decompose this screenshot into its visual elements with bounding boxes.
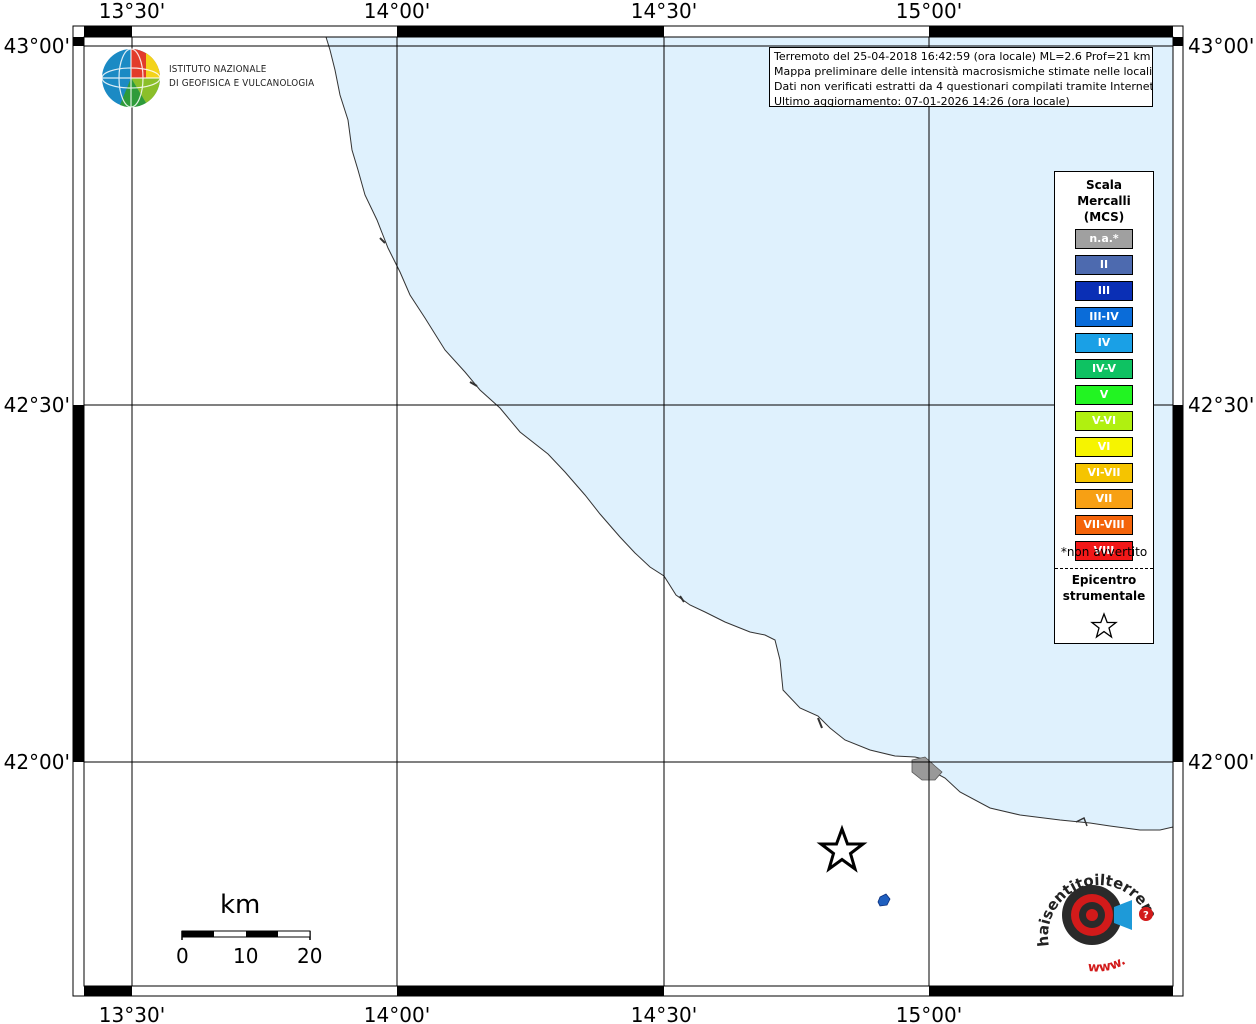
svg-text:?: ?: [1143, 910, 1149, 921]
lon-labels-bottom: 13°30' 14°00' 14°30' 15°00': [99, 1003, 962, 1024]
legend-swatch: V-VI: [1075, 411, 1133, 431]
lat-label: 42°00': [4, 750, 70, 774]
info-line: Ultimo aggiornamento: 07-01-2026 14:26 (…: [774, 95, 1070, 107]
ingv-line2: DI GEOFISICA E VULCANOLOGIA: [169, 78, 315, 89]
event-info-box: Terremoto del 25-04-2018 16:42:59 (ora l…: [769, 47, 1153, 107]
lat-label: 43°00': [1188, 34, 1254, 58]
legend-swatch: VI: [1075, 437, 1133, 457]
legend-swatch: n.a.*: [1075, 229, 1133, 249]
lat-label: 43°00': [4, 34, 70, 58]
svg-text:www.: www.: [1087, 954, 1128, 976]
legend-note: *non avvertito: [1060, 545, 1148, 559]
scale-tick: 20: [297, 944, 323, 968]
hsit-logo[interactable]: haisentitoilterremoto.it www. ?: [1025, 838, 1170, 982]
scale-bar: km 0 10 20: [170, 890, 340, 970]
ingv-text: ISTITUTO NAZIONALE DI GEOFISICA E VULCAN…: [169, 63, 314, 91]
legend-title: Scala Mercalli (MCS): [1055, 177, 1153, 225]
legend-swatch: III: [1075, 281, 1133, 301]
legend-epicenter-label: Epicentro strumentale: [1055, 572, 1153, 604]
lon-label: 13°30': [99, 0, 165, 23]
lat-label: 42°30': [4, 393, 70, 417]
legend-swatches: n.a.* II III III-IV IV IV-V V V-VI VI VI-VII VII VI…: [1075, 229, 1133, 567]
lat-labels-left: 43°00' 42°30' 42°00': [4, 34, 70, 774]
legend-swatch: VII: [1075, 489, 1133, 509]
legend-title-line: (MCS): [1083, 210, 1125, 224]
legend-swatch: VII-VIII: [1075, 515, 1133, 535]
scale-tick: 0: [176, 944, 189, 968]
legend-epicenter-line: Epicentro: [1071, 573, 1137, 587]
lon-label: 14°30': [631, 1003, 697, 1024]
legend-epicenter-line: strumentale: [1062, 589, 1146, 603]
lat-label: 42°30': [1188, 393, 1254, 417]
legend-divider: [1055, 568, 1153, 569]
legend-swatch: V: [1075, 385, 1133, 405]
ingv-logo: ISTITUTO NAZIONALE DI GEOFISICA E VULCAN…: [100, 47, 320, 109]
scale-unit: km: [220, 890, 261, 920]
lon-label: 15°00': [896, 1003, 962, 1024]
lat-labels-right: 43°00' 42°30' 42°00': [1188, 34, 1254, 774]
hsit-target-icon: haisentitoilterremoto.it www. ?: [1025, 838, 1161, 976]
lon-label: 14°30': [631, 0, 697, 23]
ingv-line1: ISTITUTO NAZIONALE: [169, 64, 267, 75]
mcs-legend: Scala Mercalli (MCS) n.a.* II III III-IV IV I…: [1054, 171, 1154, 644]
lon-label: 14°00': [364, 1003, 430, 1024]
lat-label: 42°00': [1188, 750, 1254, 774]
legend-title-line: Mercalli: [1077, 194, 1131, 208]
info-line: Terremoto del 25-04-2018 16:42:59 (ora l…: [774, 50, 1151, 63]
legend-swatch: IV-V: [1075, 359, 1133, 379]
legend-swatch: III-IV: [1075, 307, 1133, 327]
hsit-url: www.: [1087, 954, 1128, 976]
lon-labels-top: 13°30' 14°00' 14°30' 15°00': [99, 0, 962, 23]
info-line: Dati non verificati estratti da 4 questi…: [774, 80, 1153, 93]
lon-label: 13°30': [99, 1003, 165, 1024]
legend-title-line: Scala: [1085, 178, 1123, 192]
scale-bar-graphic: [181, 930, 311, 940]
legend-star-icon: [1090, 612, 1118, 639]
lon-label: 15°00': [896, 0, 962, 23]
legend-swatch: II: [1075, 255, 1133, 275]
lon-label: 14°00': [364, 0, 430, 23]
legend-swatch: VI-VII: [1075, 463, 1133, 483]
ingv-globe-icon: [101, 48, 161, 108]
info-line: Mappa preliminare delle intensità macros…: [774, 65, 1153, 78]
scale-tick: 10: [233, 944, 259, 968]
legend-swatch: IV: [1075, 333, 1133, 353]
